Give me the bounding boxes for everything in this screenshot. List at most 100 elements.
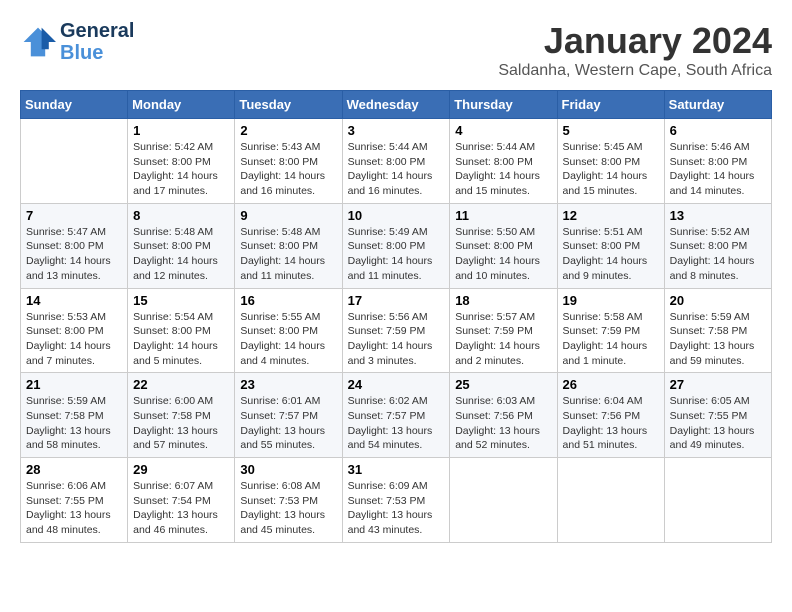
day-info: Sunrise: 5:48 AMSunset: 8:00 PMDaylight:… xyxy=(133,225,229,284)
day-info: Sunrise: 6:06 AMSunset: 7:55 PMDaylight:… xyxy=(26,479,122,538)
day-info: Sunrise: 5:48 AMSunset: 8:00 PMDaylight:… xyxy=(240,225,336,284)
day-number: 24 xyxy=(348,377,445,392)
logo-icon xyxy=(20,24,56,60)
day-info: Sunrise: 6:08 AMSunset: 7:53 PMDaylight:… xyxy=(240,479,336,538)
logo-text-general: General xyxy=(60,20,134,42)
day-info: Sunrise: 5:56 AMSunset: 7:59 PMDaylight:… xyxy=(348,310,445,369)
calendar-week-4: 21 Sunrise: 5:59 AMSunset: 7:58 PMDayligh… xyxy=(21,373,772,458)
day-number: 20 xyxy=(670,293,766,308)
calendar-cell: 12 Sunrise: 5:51 AMSunset: 8:00 PMDayligh… xyxy=(557,203,664,288)
day-number: 3 xyxy=(348,123,445,138)
day-number: 12 xyxy=(563,208,659,223)
calendar-cell: 20Sunrise: 5:59 AMSunset: 7:58 PMDayligh… xyxy=(664,288,771,373)
calendar-cell xyxy=(557,458,664,543)
day-number: 16 xyxy=(240,293,336,308)
calendar-cell: 22 Sunrise: 6:00 AMSunset: 7:58 PMDayligh… xyxy=(128,373,235,458)
day-number: 4 xyxy=(455,123,551,138)
day-number: 14 xyxy=(26,293,122,308)
day-info: Sunrise: 6:00 AMSunset: 7:58 PMDaylight:… xyxy=(133,394,229,453)
day-number: 2 xyxy=(240,123,336,138)
day-info: Sunrise: 5:46 AMSunset: 8:00 PMDaylight:… xyxy=(670,140,766,199)
calendar-cell: 25 Sunrise: 6:03 AMSunset: 7:56 PMDayligh… xyxy=(450,373,557,458)
weekday-header-tuesday: Tuesday xyxy=(235,91,342,119)
day-info: Sunrise: 5:54 AMSunset: 8:00 PMDaylight:… xyxy=(133,310,229,369)
day-number: 25 xyxy=(455,377,551,392)
calendar-cell: 8 Sunrise: 5:48 AMSunset: 8:00 PMDaylight… xyxy=(128,203,235,288)
day-number: 8 xyxy=(133,208,229,223)
calendar-cell: 19 Sunrise: 5:58 AMSunset: 7:59 PMDayligh… xyxy=(557,288,664,373)
day-info: Sunrise: 5:44 AMSunset: 8:00 PMDaylight:… xyxy=(455,140,551,199)
day-number: 28 xyxy=(26,462,122,477)
calendar-cell: 23 Sunrise: 6:01 AMSunset: 7:57 PMDayligh… xyxy=(235,373,342,458)
day-info: Sunrise: 5:49 AMSunset: 8:00 PMDaylight:… xyxy=(348,225,445,284)
calendar-cell: 18 Sunrise: 5:57 AMSunset: 7:59 PMDayligh… xyxy=(450,288,557,373)
weekday-header-row: SundayMondayTuesdayWednesdayThursdayFrid… xyxy=(21,91,772,119)
calendar-table: SundayMondayTuesdayWednesdayThursdayFrid… xyxy=(20,90,772,543)
day-number: 10 xyxy=(348,208,445,223)
day-number: 27 xyxy=(670,377,766,392)
weekday-header-saturday: Saturday xyxy=(664,91,771,119)
calendar-cell: 11Sunrise: 5:50 AMSunset: 8:00 PMDayligh… xyxy=(450,203,557,288)
day-info: Sunrise: 5:59 AMSunset: 7:58 PMDaylight:… xyxy=(26,394,122,453)
calendar-cell: 26 Sunrise: 6:04 AMSunset: 7:56 PMDayligh… xyxy=(557,373,664,458)
calendar-week-2: 7Sunrise: 5:47 AMSunset: 8:00 PMDaylight… xyxy=(21,203,772,288)
day-number: 6 xyxy=(670,123,766,138)
calendar-cell: 24Sunrise: 6:02 AMSunset: 7:57 PMDayligh… xyxy=(342,373,450,458)
day-info: Sunrise: 6:05 AMSunset: 7:55 PMDaylight:… xyxy=(670,394,766,453)
day-info: Sunrise: 5:57 AMSunset: 7:59 PMDaylight:… xyxy=(455,310,551,369)
calendar-week-1: 1Sunrise: 5:42 AMSunset: 8:00 PMDaylight… xyxy=(21,119,772,204)
day-info: Sunrise: 6:07 AMSunset: 7:54 PMDaylight:… xyxy=(133,479,229,538)
day-info: Sunrise: 5:45 AMSunset: 8:00 PMDaylight:… xyxy=(563,140,659,199)
weekday-header-friday: Friday xyxy=(557,91,664,119)
day-number: 30 xyxy=(240,462,336,477)
calendar-cell xyxy=(450,458,557,543)
calendar-cell: 17 Sunrise: 5:56 AMSunset: 7:59 PMDayligh… xyxy=(342,288,450,373)
month-title: January 2024 xyxy=(498,20,772,62)
day-number: 13 xyxy=(670,208,766,223)
day-info: Sunrise: 5:53 AMSunset: 8:00 PMDaylight:… xyxy=(26,310,122,369)
calendar-cell: 5Sunrise: 5:45 AMSunset: 8:00 PMDaylight… xyxy=(557,119,664,204)
day-number: 9 xyxy=(240,208,336,223)
day-number: 15 xyxy=(133,293,229,308)
calendar-cell: 4 Sunrise: 5:44 AMSunset: 8:00 PMDaylight… xyxy=(450,119,557,204)
day-number: 17 xyxy=(348,293,445,308)
day-info: Sunrise: 5:43 AMSunset: 8:00 PMDaylight:… xyxy=(240,140,336,199)
logo: General Blue xyxy=(20,20,134,64)
day-number: 29 xyxy=(133,462,229,477)
page-header: General Blue January 2024 Saldanha, West… xyxy=(20,20,772,80)
day-info: Sunrise: 5:44 AMSunset: 8:00 PMDaylight:… xyxy=(348,140,445,199)
weekday-header-wednesday: Wednesday xyxy=(342,91,450,119)
day-info: Sunrise: 5:50 AMSunset: 8:00 PMDaylight:… xyxy=(455,225,551,284)
day-info: Sunrise: 6:03 AMSunset: 7:56 PMDaylight:… xyxy=(455,394,551,453)
day-info: Sunrise: 6:01 AMSunset: 7:57 PMDaylight:… xyxy=(240,394,336,453)
day-info: Sunrise: 5:51 AMSunset: 8:00 PMDaylight:… xyxy=(563,225,659,284)
day-info: Sunrise: 6:09 AMSunset: 7:53 PMDaylight:… xyxy=(348,479,445,538)
day-number: 31 xyxy=(348,462,445,477)
day-info: Sunrise: 5:58 AMSunset: 7:59 PMDaylight:… xyxy=(563,310,659,369)
calendar-week-5: 28 Sunrise: 6:06 AMSunset: 7:55 PMDayligh… xyxy=(21,458,772,543)
day-number: 21 xyxy=(26,377,122,392)
calendar-cell: 2 Sunrise: 5:43 AMSunset: 8:00 PMDaylight… xyxy=(235,119,342,204)
day-number: 18 xyxy=(455,293,551,308)
title-block: January 2024 Saldanha, Western Cape, Sou… xyxy=(498,20,772,80)
calendar-cell: 9 Sunrise: 5:48 AMSunset: 8:00 PMDaylight… xyxy=(235,203,342,288)
calendar-cell: 21 Sunrise: 5:59 AMSunset: 7:58 PMDayligh… xyxy=(21,373,128,458)
calendar-week-3: 14 Sunrise: 5:53 AMSunset: 8:00 PMDayligh… xyxy=(21,288,772,373)
weekday-header-monday: Monday xyxy=(128,91,235,119)
day-info: Sunrise: 5:52 AMSunset: 8:00 PMDaylight:… xyxy=(670,225,766,284)
calendar-cell: 15 Sunrise: 5:54 AMSunset: 8:00 PMDayligh… xyxy=(128,288,235,373)
day-number: 23 xyxy=(240,377,336,392)
calendar-cell: 3 Sunrise: 5:44 AMSunset: 8:00 PMDaylight… xyxy=(342,119,450,204)
calendar-cell xyxy=(21,119,128,204)
day-number: 1 xyxy=(133,123,229,138)
logo-text-blue: Blue xyxy=(60,42,134,64)
calendar-cell: 7Sunrise: 5:47 AMSunset: 8:00 PMDaylight… xyxy=(21,203,128,288)
day-number: 19 xyxy=(563,293,659,308)
calendar-cell: 6 Sunrise: 5:46 AMSunset: 8:00 PMDaylight… xyxy=(664,119,771,204)
calendar-cell: 13 Sunrise: 5:52 AMSunset: 8:00 PMDayligh… xyxy=(664,203,771,288)
day-info: Sunrise: 6:04 AMSunset: 7:56 PMDaylight:… xyxy=(563,394,659,453)
day-number: 22 xyxy=(133,377,229,392)
calendar-cell: 30 Sunrise: 6:08 AMSunset: 7:53 PMDayligh… xyxy=(235,458,342,543)
day-number: 26 xyxy=(563,377,659,392)
day-info: Sunrise: 5:55 AMSunset: 8:00 PMDaylight:… xyxy=(240,310,336,369)
